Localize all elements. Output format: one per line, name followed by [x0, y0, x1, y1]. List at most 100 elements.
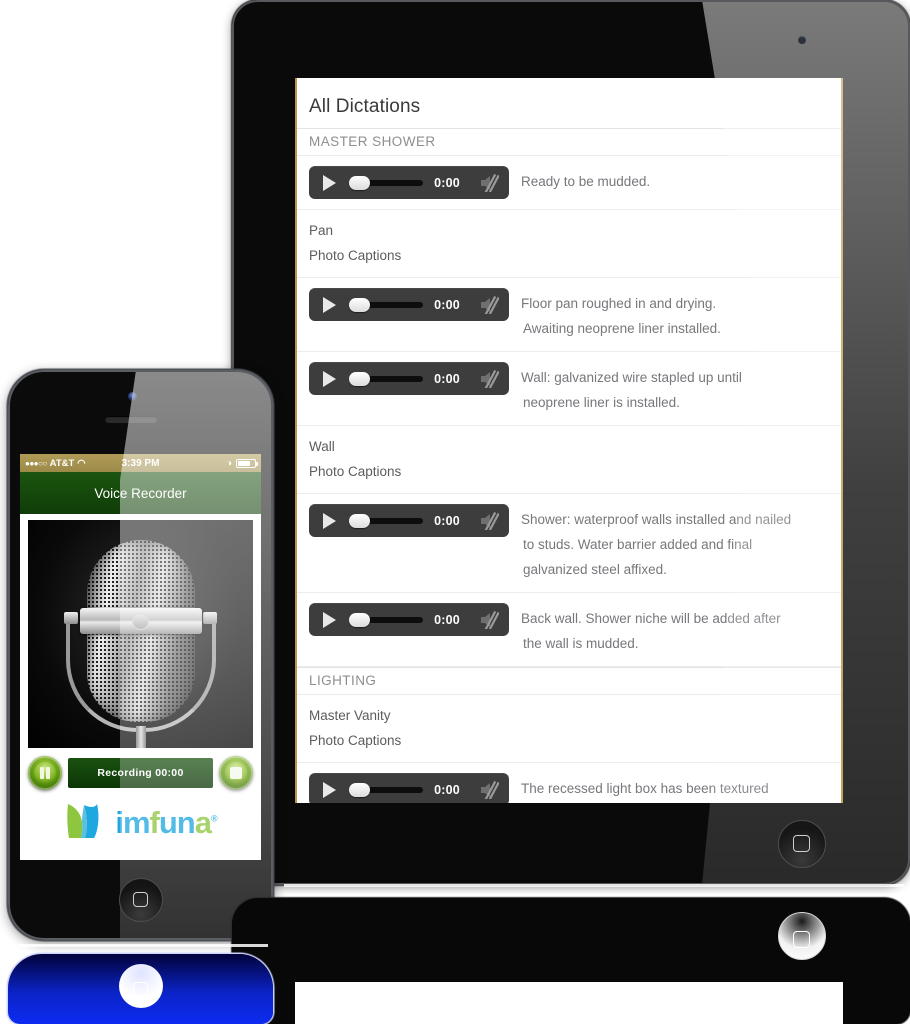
photo-group: Pan Photo Captions — [297, 210, 841, 278]
home-button-reflection — [778, 912, 826, 960]
mute-icon — [481, 511, 499, 530]
stop-button[interactable] — [219, 756, 253, 790]
phone-screen: ●●●○○ AT&T ◠ 3:39 PM ◑ Voice Recorder Re… — [20, 454, 261, 860]
home-button-square-icon — [132, 892, 148, 907]
microphone-band — [79, 608, 202, 634]
imfuna-wordmark: imfuna® — [115, 804, 218, 840]
audio-player[interactable]: 0:00 — [309, 504, 509, 537]
logo-part-a: a — [194, 804, 212, 840]
nav-bar-title: Voice Recorder — [94, 485, 187, 501]
slider-knob[interactable] — [349, 513, 370, 528]
play-button[interactable] — [309, 174, 349, 191]
carrier-label: AT&T — [49, 457, 75, 469]
front-camera-icon — [128, 392, 137, 401]
seek-slider[interactable] — [349, 175, 423, 190]
battery-fill — [238, 460, 251, 466]
dictation-caption: Shower: waterproof walls installed and n… — [521, 504, 791, 582]
play-icon — [322, 370, 336, 387]
seek-slider[interactable] — [349, 612, 423, 627]
caption-line-2: neoprene liner is installed. — [523, 395, 680, 410]
slider-knob[interactable] — [349, 782, 370, 797]
mute-icon — [481, 780, 499, 799]
mute-button[interactable] — [471, 780, 507, 799]
play-icon — [322, 611, 336, 628]
pause-button[interactable] — [28, 756, 62, 790]
tablet-reflection — [232, 898, 910, 1024]
imfuna-leaf-icon — [67, 804, 99, 838]
microphone-logo-knob — [132, 612, 149, 630]
group-label-type: Photo Captions — [309, 248, 402, 263]
audio-player[interactable]: 0:00 — [309, 288, 509, 321]
mute-button[interactable] — [471, 295, 507, 314]
reflection-streak — [284, 884, 904, 887]
slider-knob[interactable] — [349, 297, 370, 312]
home-button[interactable] — [118, 878, 163, 922]
signal-strength-icon: ●●●○○ — [25, 458, 47, 468]
mute-button[interactable] — [471, 610, 507, 629]
pause-icon — [34, 762, 56, 784]
seek-slider[interactable] — [349, 513, 423, 528]
audio-player[interactable]: 0:00 — [309, 603, 509, 636]
caption-line-2: the wall is mudded. — [523, 636, 639, 651]
audio-player[interactable]: 0:00 — [309, 362, 509, 395]
home-button[interactable] — [778, 820, 826, 868]
home-button-square-icon-reflection — [793, 930, 810, 948]
microphone-image — [28, 520, 253, 748]
mute-button[interactable] — [471, 369, 507, 388]
status-bar: ●●●○○ AT&T ◠ 3:39 PM ◑ — [20, 454, 261, 472]
dictation-row[interactable]: 0:00 Ready to be mudded. — [297, 156, 841, 210]
caption-line-2: and is now setting. — [521, 801, 769, 803]
section-header-master-shower: MASTER SHOWER — [297, 128, 841, 156]
audio-player[interactable]: 0:00 — [309, 773, 509, 803]
seek-slider[interactable] — [349, 782, 423, 797]
play-button[interactable] — [309, 781, 349, 798]
seek-slider[interactable] — [349, 371, 423, 386]
play-button[interactable] — [309, 512, 349, 529]
mute-button[interactable] — [471, 511, 507, 530]
mute-icon — [481, 173, 499, 192]
phone-device: ●●●○○ AT&T ◠ 3:39 PM ◑ Voice Recorder Re… — [8, 370, 273, 940]
mute-icon — [481, 295, 499, 314]
dictation-row[interactable]: 0:00 Back wall. Shower niche will be add… — [297, 593, 841, 667]
slider-knob[interactable] — [349, 612, 370, 627]
recording-controls: Recording 00:00 — [28, 748, 253, 796]
mute-icon — [481, 610, 499, 629]
play-button[interactable] — [309, 296, 349, 313]
phone-reflection — [8, 954, 273, 1024]
caption-line-1: Shower: waterproof walls installed and n… — [521, 512, 792, 527]
dictation-row[interactable]: 0:00 Shower: waterproof walls installed … — [297, 494, 841, 593]
group-label-type: Photo Captions — [309, 733, 402, 748]
mute-button[interactable] — [471, 173, 507, 192]
play-button[interactable] — [309, 611, 349, 628]
wifi-icon: ◠ — [77, 457, 86, 469]
page-title: All Dictations — [309, 96, 421, 117]
mute-icon — [481, 369, 499, 388]
group-label-name: Wall — [309, 439, 335, 454]
home-button-square-icon — [793, 835, 810, 852]
logo-part-un: un — [158, 804, 196, 840]
play-button[interactable] — [309, 370, 349, 387]
microphone-stem — [135, 726, 146, 748]
status-bar-left: ●●●○○ AT&T ◠ — [25, 458, 122, 469]
playback-time: 0:00 — [434, 175, 460, 190]
phone-content: Recording 00:00 imfuna® — [20, 514, 261, 846]
slider-knob[interactable] — [349, 175, 370, 190]
caption-line-2: to studs. Water barrier added and final — [523, 537, 753, 552]
dictation-row[interactable]: 0:00 Floor pan roughed in and drying. Aw… — [297, 278, 841, 352]
dictation-row[interactable]: 0:00 Wall: galvanized wire stapled up un… — [297, 352, 841, 426]
photo-group: Master Vanity Photo Captions — [297, 695, 841, 763]
seek-slider[interactable] — [349, 297, 423, 312]
caption-line-1: The recessed light box has been textured — [521, 781, 769, 796]
group-label-name: Pan — [309, 223, 334, 238]
playback-time: 0:00 — [434, 513, 460, 528]
home-button-square-icon-reflection — [132, 982, 148, 998]
logo-part-im: im — [115, 804, 150, 840]
dictation-row[interactable]: 0:00 The recessed light box has been tex… — [297, 763, 841, 803]
caption-line-1: Ready to be mudded. — [521, 174, 651, 189]
reflection-streak — [284, 893, 904, 897]
tablet-device: All Dictations MASTER SHOWER 0:00 Ready … — [232, 0, 910, 885]
slider-knob[interactable] — [349, 371, 370, 386]
audio-player[interactable]: 0:00 — [309, 166, 509, 199]
pause-bar-right — [46, 767, 51, 779]
logo-registered-mark: ® — [211, 813, 218, 824]
